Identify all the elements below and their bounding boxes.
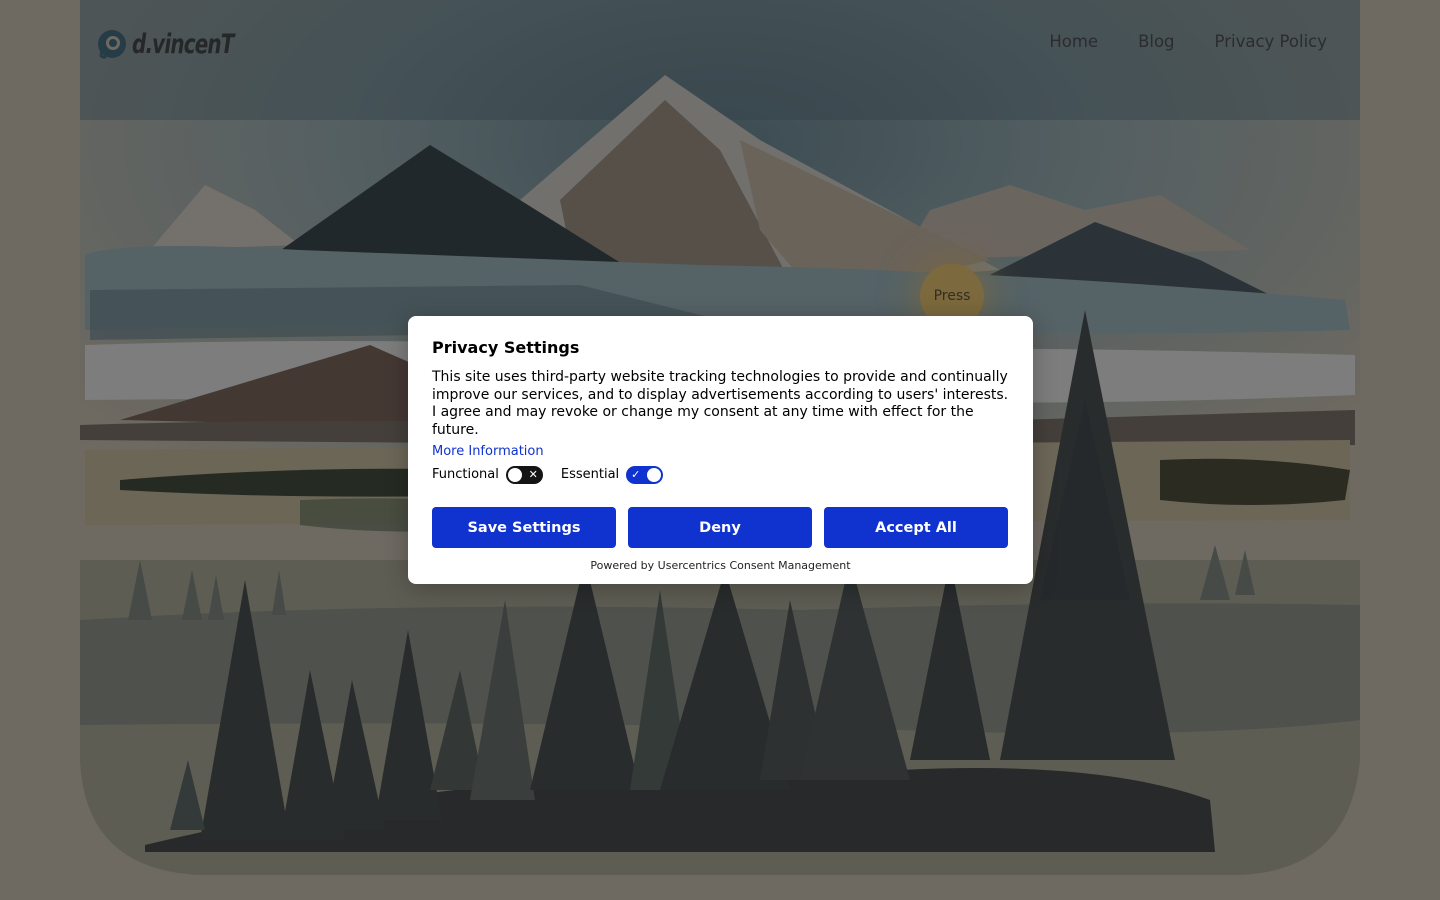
functional-toggle-label: Functional [432, 467, 499, 483]
dialog-title: Privacy Settings [432, 338, 580, 357]
cross-icon: ✕ [528, 467, 538, 481]
essential-toggle-label: Essential [560, 467, 620, 483]
check-icon: ✓ [631, 467, 641, 481]
more-information-link[interactable]: More Information [432, 444, 544, 459]
deny-button[interactable]: Deny [628, 507, 812, 548]
consent-toggles: Functional ✕ Essential ✓ [432, 465, 1009, 485]
functional-toggle[interactable]: ✕ [505, 465, 543, 484]
essential-toggle[interactable]: ✓ [626, 465, 664, 484]
consent-description: This site uses third-party website track… [432, 369, 1009, 439]
toggle-knob [647, 467, 662, 482]
powered-by-text: Powered by Usercentrics Consent Manageme… [590, 559, 851, 572]
accept-all-button[interactable]: Accept All [824, 507, 1008, 548]
consent-buttons: Save Settings Deny Accept All [432, 507, 1008, 548]
privacy-settings-dialog: Privacy Settings This site uses third-pa… [408, 316, 1033, 584]
save-settings-button[interactable]: Save Settings [432, 507, 616, 548]
toggle-knob [507, 467, 522, 482]
